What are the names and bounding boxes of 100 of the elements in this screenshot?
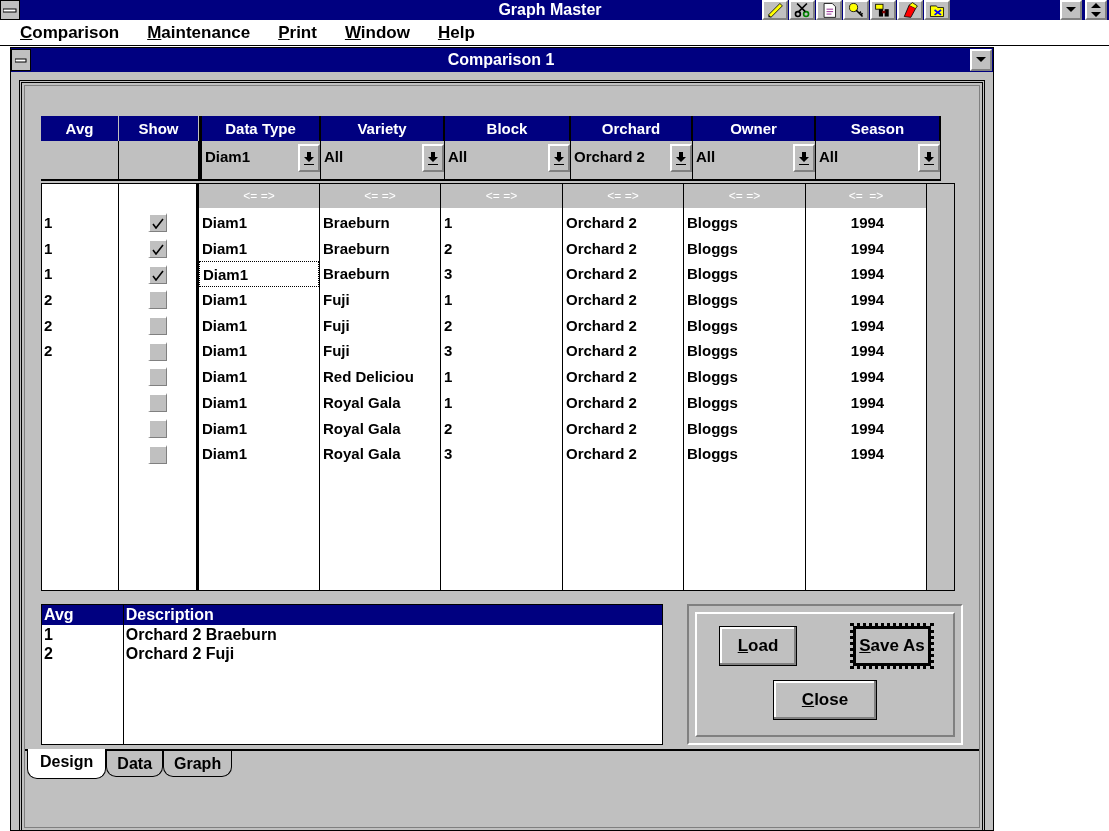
table-cell[interactable]: 1: [441, 210, 562, 236]
menu-item[interactable]: Window: [344, 19, 410, 46]
show-checkbox[interactable]: [148, 239, 167, 259]
table-cell[interactable]: Orchard 2: [563, 338, 683, 365]
dropdown-button[interactable]: [793, 144, 815, 172]
table-cell[interactable]: 1: [441, 389, 562, 416]
table-cell[interactable]: Fuji: [320, 287, 440, 313]
table-cell[interactable]: 1994: [806, 287, 926, 313]
show-checkbox[interactable]: [148, 290, 167, 310]
toolbar-button[interactable]: [843, 0, 869, 20]
dropdown-button[interactable]: [298, 144, 320, 172]
table-cell[interactable]: 1994: [806, 441, 926, 467]
table-cell[interactable]: 1994: [806, 235, 926, 262]
minimize-button[interactable]: [1060, 0, 1082, 20]
table-cell[interactable]: Orchard 2: [563, 261, 683, 288]
list-item[interactable]: Orchard 2 Braeburn: [123, 625, 662, 644]
restore-button[interactable]: [1085, 0, 1107, 20]
table-cell[interactable]: Bloggs: [684, 441, 805, 467]
system-menu-button[interactable]: [11, 49, 31, 71]
table-cell[interactable]: 1994: [806, 312, 926, 339]
toolbar-button[interactable]: [816, 0, 842, 20]
action-button[interactable]: Load: [719, 626, 797, 666]
table-cell[interactable]: Diam1: [199, 389, 319, 416]
table-cell[interactable]: Royal Gala: [320, 389, 440, 416]
show-checkbox[interactable]: [148, 444, 167, 464]
table-cell[interactable]: Bloggs: [684, 415, 805, 442]
dropdown-button[interactable]: [670, 144, 692, 172]
show-checkbox[interactable]: [148, 341, 167, 361]
table-cell[interactable]: 3: [441, 338, 562, 365]
table-cell[interactable]: 3: [441, 261, 562, 288]
table-cell[interactable]: 1994: [806, 338, 926, 365]
table-cell[interactable]: Braeburn: [320, 210, 440, 236]
table-cell[interactable]: Diam1: [199, 287, 319, 313]
table-cell[interactable]: Orchard 2: [563, 235, 683, 262]
toolbar-button[interactable]: [789, 0, 815, 20]
table-cell[interactable]: Fuji: [320, 312, 440, 339]
table-cell[interactable]: Orchard 2: [563, 389, 683, 416]
table-cell[interactable]: Bloggs: [684, 261, 805, 288]
table-cell[interactable]: Diam1: [199, 312, 319, 339]
tab[interactable]: Graph: [163, 751, 233, 777]
table-cell[interactable]: 2: [441, 312, 562, 339]
toolbar-button[interactable]: [924, 0, 950, 20]
table-cell[interactable]: Braeburn: [320, 235, 440, 262]
list-item[interactable]: Orchard 2 Fuji: [123, 644, 662, 663]
table-cell[interactable]: Orchard 2: [563, 210, 683, 236]
show-checkbox[interactable]: [148, 418, 167, 438]
table-cell[interactable]: Diam1: [199, 364, 319, 390]
table-cell[interactable]: Bloggs: [684, 338, 805, 365]
show-checkbox[interactable]: [148, 264, 167, 284]
table-cell[interactable]: Diam1: [199, 338, 319, 365]
table-cell[interactable]: Diam1: [199, 261, 319, 288]
table-cell[interactable]: 2: [441, 415, 562, 442]
menu-item[interactable]: Comparison: [20, 19, 120, 46]
action-button[interactable]: Close: [773, 680, 877, 720]
dropdown-button[interactable]: [422, 144, 444, 172]
table-cell[interactable]: Fuji: [320, 338, 440, 365]
table-cell[interactable]: 1: [441, 287, 562, 313]
table-cell[interactable]: 1994: [806, 415, 926, 442]
table-cell[interactable]: Bloggs: [684, 235, 805, 262]
filter-dropdown[interactable]: Orchard 2: [571, 141, 693, 181]
table-cell[interactable]: Royal Gala: [320, 415, 440, 442]
toolbar-button[interactable]: [870, 0, 896, 20]
table-cell[interactable]: 1994: [806, 389, 926, 416]
filter-dropdown[interactable]: Diam1: [202, 141, 321, 181]
dropdown-button[interactable]: [548, 144, 570, 172]
table-cell[interactable]: Orchard 2: [563, 312, 683, 339]
table-cell[interactable]: Bloggs: [684, 312, 805, 339]
table-cell[interactable]: Bloggs: [684, 287, 805, 313]
tab[interactable]: Design: [27, 749, 107, 779]
toolbar-button[interactable]: [762, 0, 788, 20]
toolbar-button[interactable]: [897, 0, 923, 20]
table-cell[interactable]: 1: [441, 364, 562, 390]
system-menu-button[interactable]: [0, 0, 20, 20]
minimize-button[interactable]: [970, 49, 992, 71]
table-cell[interactable]: 1994: [806, 261, 926, 288]
table-cell[interactable]: Royal Gala: [320, 441, 440, 467]
dropdown-button[interactable]: [918, 144, 940, 172]
table-cell[interactable]: 1994: [806, 364, 926, 390]
show-checkbox[interactable]: [148, 213, 167, 233]
show-checkbox[interactable]: [148, 393, 167, 413]
table-cell[interactable]: Diam1: [199, 415, 319, 442]
list-item[interactable]: 1: [42, 625, 123, 644]
show-checkbox[interactable]: [148, 316, 167, 336]
table-cell[interactable]: Orchard 2: [563, 441, 683, 467]
show-checkbox[interactable]: [148, 367, 167, 387]
filter-dropdown[interactable]: All: [321, 141, 445, 181]
table-cell[interactable]: Braeburn: [320, 261, 440, 288]
filter-dropdown[interactable]: All: [816, 141, 941, 181]
table-cell[interactable]: Diam1: [199, 210, 319, 236]
table-cell[interactable]: Bloggs: [684, 210, 805, 236]
filter-dropdown[interactable]: All: [693, 141, 816, 181]
menu-item[interactable]: Maintenance: [147, 19, 251, 46]
table-cell[interactable]: 2: [441, 235, 562, 262]
table-cell[interactable]: Orchard 2: [563, 415, 683, 442]
filter-dropdown[interactable]: All: [445, 141, 571, 181]
table-cell[interactable]: Bloggs: [684, 389, 805, 416]
table-cell[interactable]: 3: [441, 441, 562, 467]
table-cell[interactable]: Orchard 2: [563, 287, 683, 313]
table-cell[interactable]: Orchard 2: [563, 364, 683, 390]
menu-item[interactable]: Print: [278, 19, 317, 46]
